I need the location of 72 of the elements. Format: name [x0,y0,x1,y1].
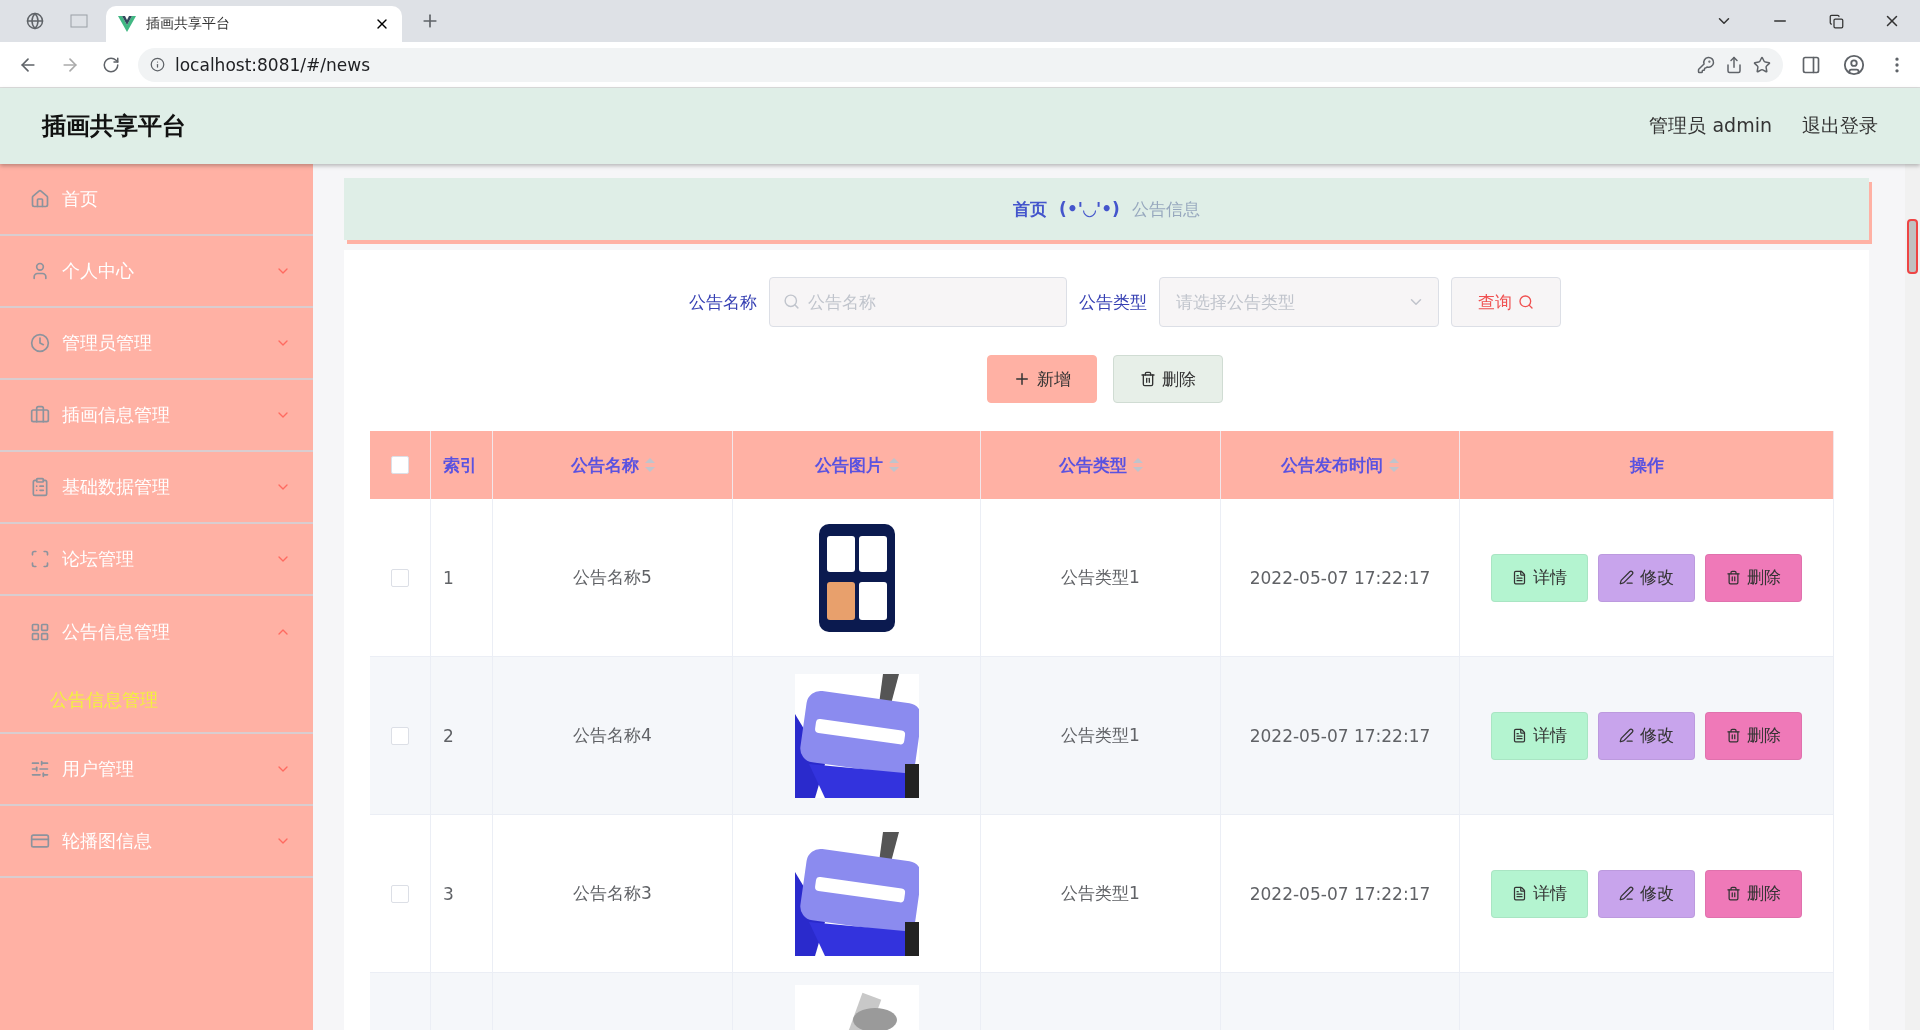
detail-button[interactable]: 详情 [1491,711,1588,760]
table-cell: 公告类型1 [1061,724,1140,747]
address-bar[interactable]: localhost:8081/#/news [138,47,1783,82]
checkbox[interactable] [391,456,409,474]
column-header[interactable]: 公告发布时间 [1281,453,1383,477]
column-header: 操作 [1629,453,1664,477]
breadcrumb-home[interactable]: 首页 [1013,197,1048,221]
pen-icon [1619,886,1634,901]
delete-button[interactable]: 删除 [1705,553,1802,602]
frame-icon [30,549,50,569]
checkbox[interactable] [391,568,409,587]
column-header[interactable]: 公告类型 [1058,453,1127,477]
delete-button[interactable]: 删除 [1705,711,1802,760]
table-cell: 公告名称4 [573,724,652,747]
search-icon [1518,294,1534,310]
pen-icon [1619,728,1634,743]
table-cell: 公告类型1 [1061,566,1140,589]
user-icon [30,261,50,281]
table-cell: 1 [443,567,454,588]
edit-button[interactable]: 修改 [1598,711,1695,760]
breadcrumb-current: 公告信息 [1131,197,1200,221]
edit-button[interactable]: 修改 [1598,869,1695,918]
table-cell: 2022-05-07 17:22:17 [1249,567,1431,588]
delete-button[interactable]: 删除 [1705,869,1802,918]
detail-button[interactable]: 详情 [1491,869,1588,918]
share-icon[interactable] [1725,55,1743,74]
key-icon[interactable] [1697,55,1715,74]
pen-icon [1619,570,1634,585]
table-cell: 2022-05-07 17:22:17 [1249,883,1431,904]
query-button[interactable]: 查询 [1451,277,1561,327]
breadcrumb-separator: (•'◡'•) [1059,199,1120,219]
document-icon [1512,570,1527,585]
clipboard-icon [30,477,50,497]
checkbox[interactable] [391,726,409,745]
trash-icon [1140,371,1156,387]
field-label: 公告名称 [689,290,757,314]
table-cell: 公告名称3 [573,882,652,905]
table-cell: 3 [443,883,454,904]
star-icon[interactable] [1753,55,1771,74]
field-label: 公告类型 [1079,290,1147,314]
logout-link[interactable]: 退出登录 [1802,113,1878,139]
document-icon [1512,886,1527,901]
document-icon [1512,728,1527,743]
delete-button[interactable]: 删除 [1113,355,1223,403]
home-icon [30,189,50,209]
trash-icon [1726,886,1741,901]
trash-icon [1726,570,1741,585]
clock-icon [30,333,50,353]
trash-icon [1726,728,1741,743]
logo-icon [118,16,136,32]
search-icon [783,293,800,310]
user-name: 管理员 admin [1649,113,1772,138]
scrollbar[interactable] [1905,164,1920,1030]
column-header[interactable]: 公告图片 [814,453,883,477]
table-cell: 2 [443,725,454,746]
info-icon[interactable] [150,57,165,72]
sliders-icon [30,759,50,779]
column-header[interactable]: 公告名称 [570,453,639,477]
add-button[interactable]: 新增 [987,355,1097,403]
checkbox[interactable] [391,884,409,903]
plus-icon [1013,370,1031,388]
detail-button[interactable]: 详情 [1491,553,1588,602]
briefcase-icon [30,405,50,425]
table-cell: 2022-05-07 17:22:17 [1249,725,1431,746]
grid-icon [30,622,50,642]
column-header: 索引 [443,453,477,477]
table-cell: 公告类型1 [1061,882,1140,905]
card-icon [30,831,50,851]
edit-button[interactable]: 修改 [1598,553,1695,602]
table-cell: 公告名称5 [573,566,652,589]
browser-tab[interactable]: 插画共享平台 [106,6,402,42]
app-title: 插画共享平台 [42,111,187,142]
